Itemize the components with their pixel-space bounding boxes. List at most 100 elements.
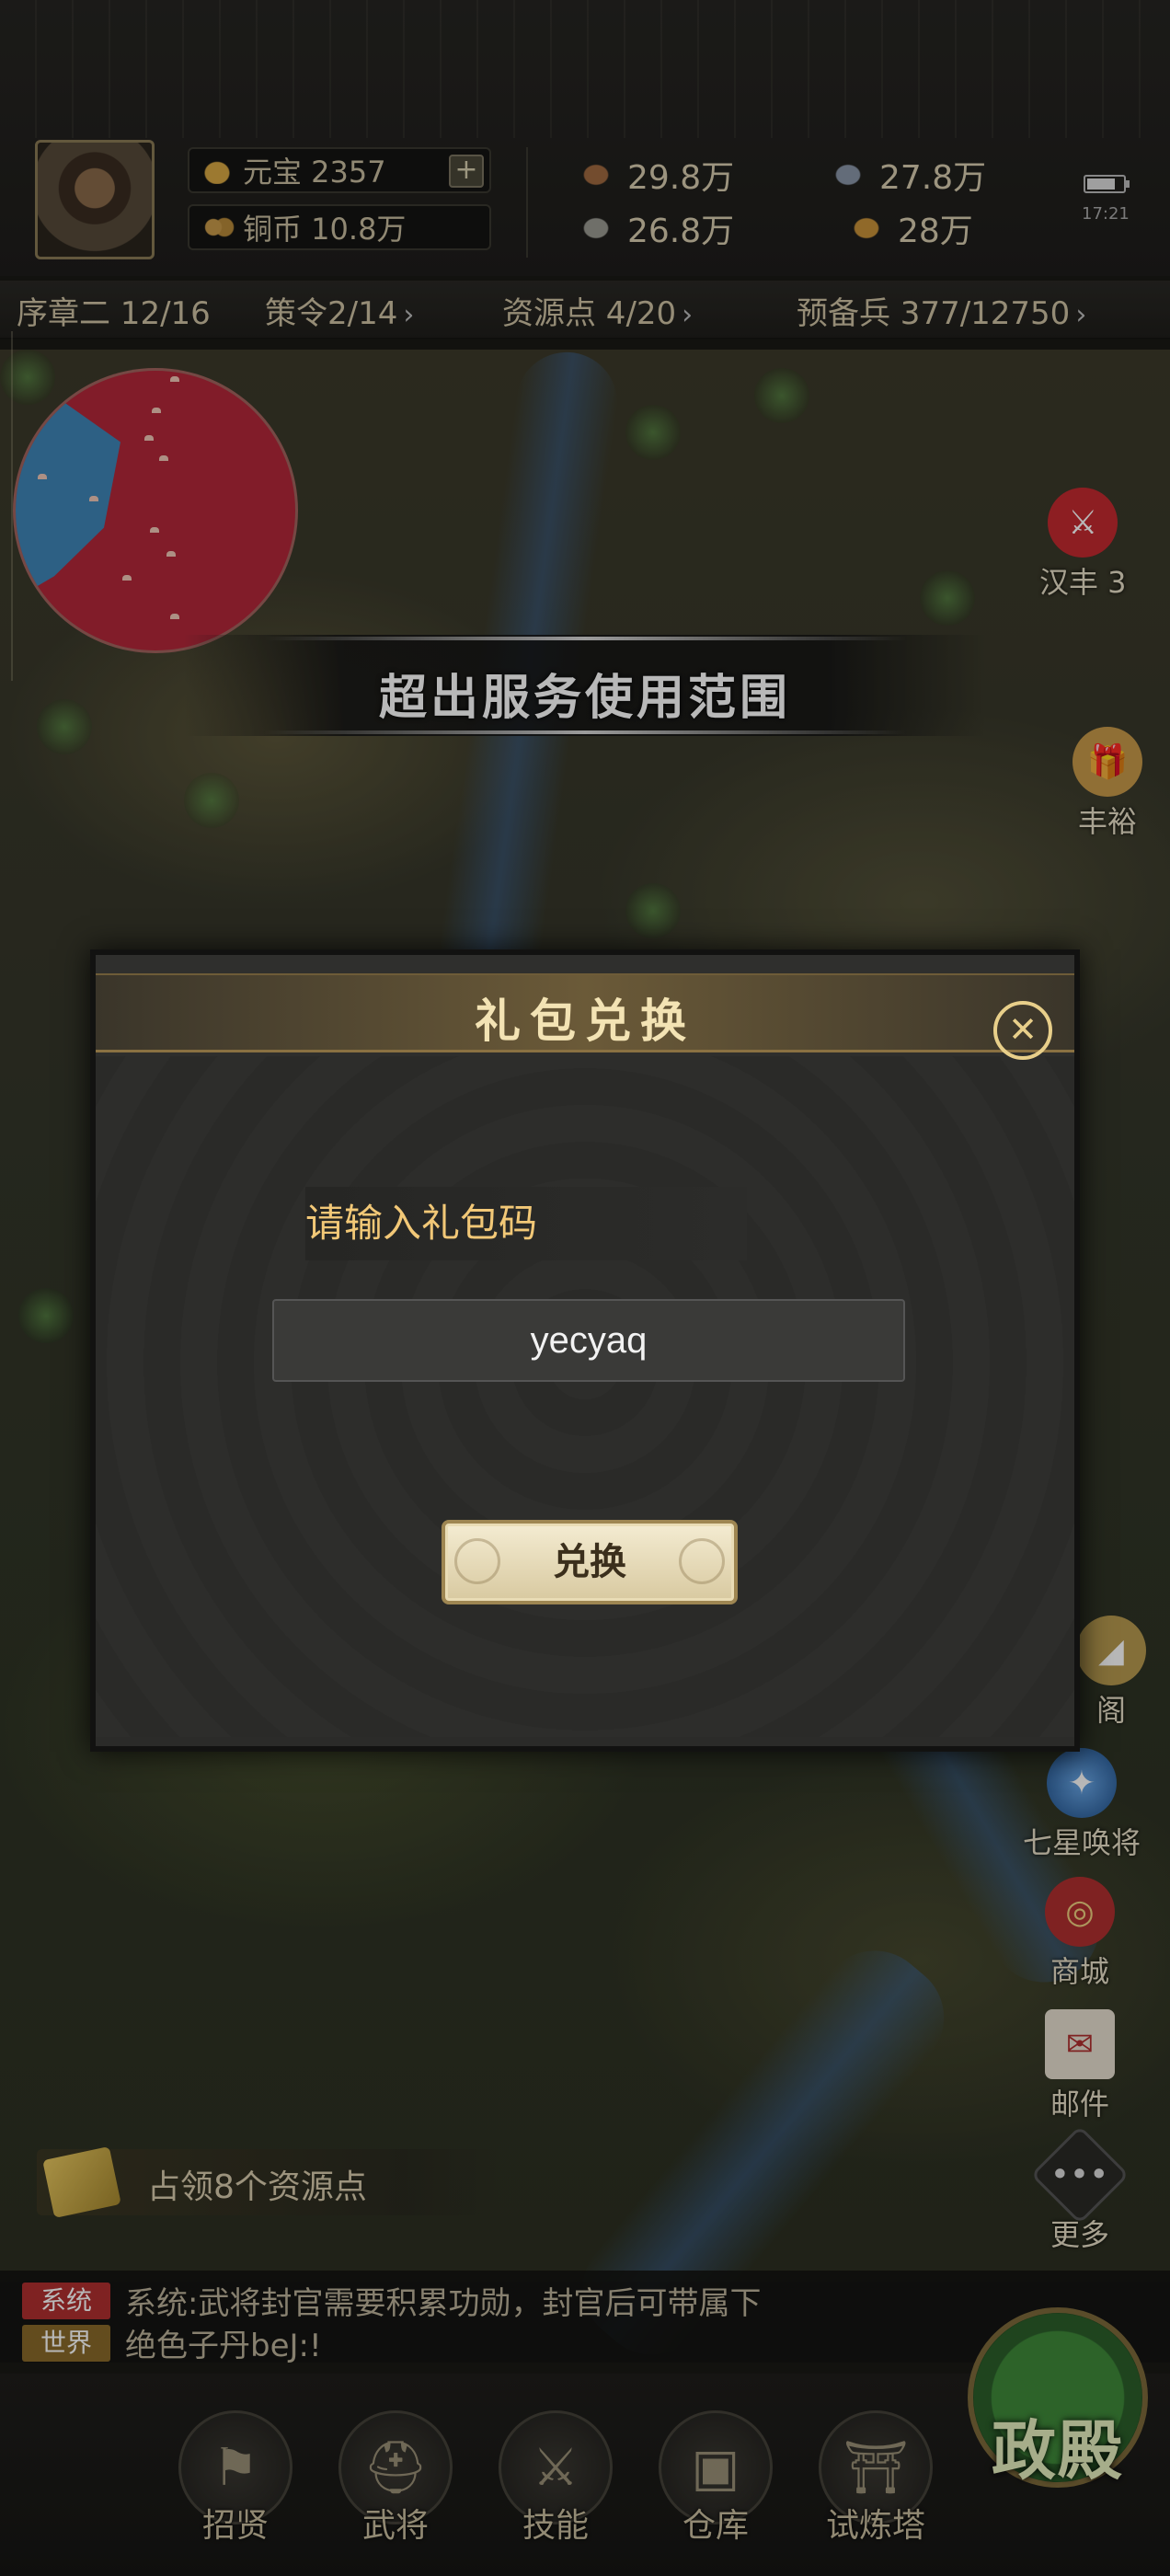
clock-time: 17:21	[1082, 204, 1130, 224]
city-marker	[16, 371, 25, 376]
gift-code-input[interactable]	[272, 1299, 905, 1382]
coin-icon	[199, 213, 235, 241]
trial-tower-button[interactable]: ⛩ 试炼塔	[811, 2410, 940, 2547]
tongbi-value: 铜币 10.8万	[243, 212, 407, 247]
city-marker	[166, 551, 176, 557]
toast-banner: 超出服务使用范围	[184, 635, 986, 736]
top-ornament	[0, 0, 1170, 138]
grain-icon	[846, 212, 887, 245]
trial-tower-label: 试炼塔	[825, 2507, 925, 2545]
skills-label: 技能	[522, 2507, 589, 2545]
ingot-icon	[199, 156, 235, 184]
code-prompt: 请输入礼包码	[305, 1187, 747, 1260]
warehouse-button[interactable]: ▣ 仓库	[651, 2410, 780, 2547]
quest-objective[interactable]: 占领8个资源点	[37, 2146, 497, 2218]
city-marker	[122, 575, 132, 581]
pavilion-button[interactable]: ◢ 阁	[1076, 1616, 1146, 1730]
dialog-title: 礼包兑换	[475, 995, 695, 1048]
objective-text: 占领8个资源点	[147, 2168, 367, 2206]
skills-button[interactable]: ⚔ 技能	[491, 2410, 620, 2547]
tree	[754, 368, 809, 423]
generals-button[interactable]: ⛑ 武将	[331, 2410, 460, 2547]
close-button[interactable]: ✕	[993, 1001, 1052, 1060]
add-yuanbao-button[interactable]: +	[449, 155, 484, 188]
close-icon: ✕	[1008, 1009, 1038, 1050]
progress-bar: 序章二 12/16 策令2/14 › 资源点 4/20 › 预备兵 377/1275…	[0, 281, 1170, 339]
tree	[18, 1288, 74, 1343]
cloud-ornament-icon	[454, 1538, 500, 1584]
cloud-ornament-icon	[679, 1538, 725, 1584]
palace-label: 政殿	[992, 2413, 1124, 2489]
chat-line: 系统 系统:武将封官需要积累功勋，封官后可带属下	[22, 2278, 761, 2323]
orders-link[interactable]: 策令2/14 ›	[265, 288, 414, 333]
top-bar: 元宝 2357 + 铜币 10.8万 29.8万 27.8万 26.8万 28万…	[0, 0, 1170, 276]
city-marker	[170, 376, 179, 382]
chat-message: 绝色子丹beJ:!	[125, 2328, 322, 2364]
chapter-progress[interactable]: 序章二 12/16	[17, 288, 211, 333]
wood-value: 29.8万	[627, 159, 735, 197]
chat-channel-tag: 世界	[22, 2324, 110, 2362]
mail-button[interactable]: ✉ 邮件	[1045, 2009, 1115, 2123]
fan-icon: ◢	[1076, 1616, 1146, 1685]
reserve-label: 预备兵 377/12750	[797, 295, 1071, 332]
wood-stat[interactable]: 29.8万	[576, 151, 734, 199]
city-marker	[170, 614, 179, 619]
fengyu-label: 丰裕	[1077, 804, 1137, 839]
chevron-right-icon: ›	[682, 299, 694, 331]
tree	[625, 405, 681, 460]
reserve-link[interactable]: 预备兵 377/12750 ›	[797, 288, 1086, 333]
yuanbao-value: 元宝 2357	[243, 155, 386, 190]
yuanbao-box: 元宝 2357 +	[188, 147, 491, 193]
resource-points-link[interactable]: 资源点 4/20 ›	[502, 288, 693, 333]
more-button[interactable]: ••• 更多	[1030, 2125, 1130, 2254]
hanfeng-label: 汉丰 3	[1039, 565, 1127, 600]
battery-icon	[1084, 175, 1130, 193]
redeem-button[interactable]: 兑换	[442, 1520, 738, 1604]
shop-icon: ◎	[1045, 1877, 1115, 1947]
qixing-summon-button[interactable]: ✦ 七星唤将	[1023, 1748, 1141, 1862]
player-avatar[interactable]	[35, 140, 155, 259]
gift-code-dialog: 礼包兑换 ✕ 请输入礼包码 兑换	[90, 949, 1080, 1752]
tree	[184, 773, 239, 828]
hanfeng-city-marker[interactable]: ⚔ 汉丰 3	[1039, 488, 1127, 602]
mail-icon: ✉	[1045, 2009, 1115, 2079]
city-marker	[144, 435, 154, 441]
tree	[625, 883, 681, 938]
more-icon: •••	[1030, 2125, 1130, 2225]
recruit-button[interactable]: ⚑ 招贤	[171, 2410, 300, 2547]
city-marker	[159, 455, 168, 461]
stone-stat[interactable]: 26.8万	[576, 204, 734, 252]
city-marker	[150, 527, 159, 533]
city-marker	[152, 408, 161, 413]
palace-button[interactable]: 政殿	[968, 2307, 1148, 2489]
stone-icon	[576, 212, 616, 245]
chapter-label: 序章二 12/16	[17, 295, 211, 332]
iron-stat[interactable]: 27.8万	[828, 151, 986, 199]
orb-icon: ✦	[1047, 1748, 1117, 1818]
resource-points-label: 资源点 4/20	[502, 295, 677, 332]
minimap[interactable]	[13, 368, 298, 653]
qixing-label: 七星唤将	[1023, 1825, 1141, 1860]
city-marker	[89, 496, 98, 501]
warehouse-label: 仓库	[682, 2507, 749, 2545]
grain-value: 28万	[898, 213, 973, 250]
mail-label: 邮件	[1050, 2087, 1109, 2122]
pavilion-label: 阁	[1095, 1693, 1126, 1728]
shop-label: 商城	[1050, 1954, 1109, 1989]
toast-message: 超出服务使用范围	[378, 671, 791, 726]
divider	[526, 147, 528, 258]
scroll-icon	[42, 2146, 121, 2218]
stone-value: 26.8万	[627, 213, 735, 250]
iron-icon	[828, 158, 868, 191]
grain-stat[interactable]: 28万	[846, 204, 973, 252]
dialog-body	[96, 1056, 1074, 1737]
wood-icon	[576, 158, 616, 191]
left-drawer-handle[interactable]	[0, 331, 13, 681]
redeem-label: 兑换	[553, 1541, 626, 1583]
shop-button[interactable]: ◎ 商城	[1045, 1877, 1115, 1991]
chat-line: 世界 绝色子丹beJ:!	[22, 2320, 322, 2365]
chevron-right-icon: ›	[1075, 299, 1087, 331]
tree	[37, 699, 92, 754]
fengyu-gift[interactable]: 🎁 丰裕	[1072, 727, 1142, 841]
orders-label: 策令2/14	[265, 295, 398, 332]
